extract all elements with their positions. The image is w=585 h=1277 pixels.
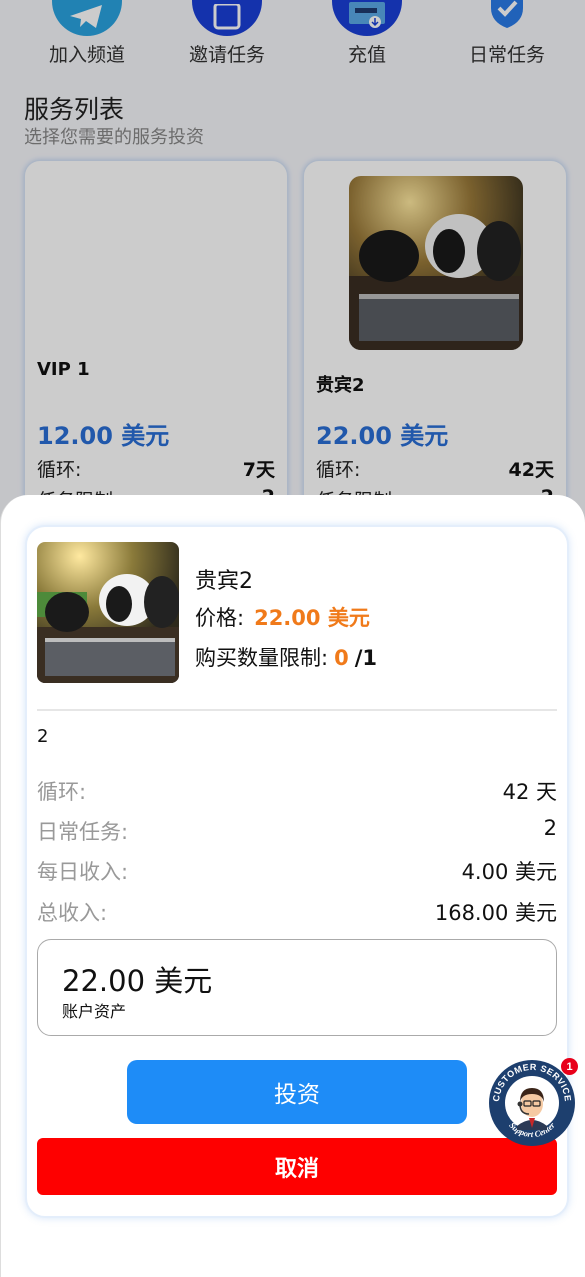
stat-value: 168.00 美元 [434, 901, 557, 925]
stat-value: 2 [543, 816, 557, 840]
customer-service-button[interactable]: CUSTOMER SERVICE Support Center 1 [487, 1058, 578, 1148]
purchase-limit: 购买数量限制: 0/1 [195, 642, 377, 672]
stat-label: 循环: [37, 780, 87, 804]
stat-total-income: 总收入: 168.00 美元 [37, 897, 557, 927]
product-image [37, 542, 179, 683]
asset-label: 账户资产 [62, 1002, 127, 1021]
product-price: 价格: 22.00 美元 [195, 602, 370, 632]
price-label: 价格: [195, 606, 245, 630]
stat-label: 日常任务: [37, 820, 129, 844]
limit-label: 购买数量限制: [195, 646, 329, 670]
stat-value: 4.00 美元 [461, 860, 557, 884]
product-name: 贵宾2 [195, 569, 253, 594]
divider [37, 709, 557, 711]
notification-badge: 1 [561, 1058, 578, 1075]
stat-daily-tasks: 日常任务: 2 [37, 816, 557, 846]
stat-cycle: 循环: 42 天 [37, 776, 557, 806]
asset-value: 22.00 美元 [62, 964, 213, 998]
price-value: 22.00 美元 [254, 606, 370, 630]
limit-total: /1 [354, 646, 377, 670]
invest-button[interactable]: 投资 [127, 1060, 467, 1124]
purchase-sheet: 贵宾2 价格: 22.00 美元 购买数量限制: 0/1 2 循环: 42 天 日常… [0, 495, 585, 1277]
stat-label: 每日收入: [37, 860, 129, 884]
product-description: 2 [37, 726, 49, 747]
cancel-button[interactable]: 取消 [37, 1138, 557, 1195]
stat-daily-income: 每日收入: 4.00 美元 [37, 856, 557, 886]
limit-used: 0 [334, 646, 349, 670]
stat-value: 42 天 [502, 780, 557, 804]
stat-label: 总收入: [37, 901, 108, 925]
account-asset-box: 22.00 美元 账户资产 [37, 939, 557, 1036]
